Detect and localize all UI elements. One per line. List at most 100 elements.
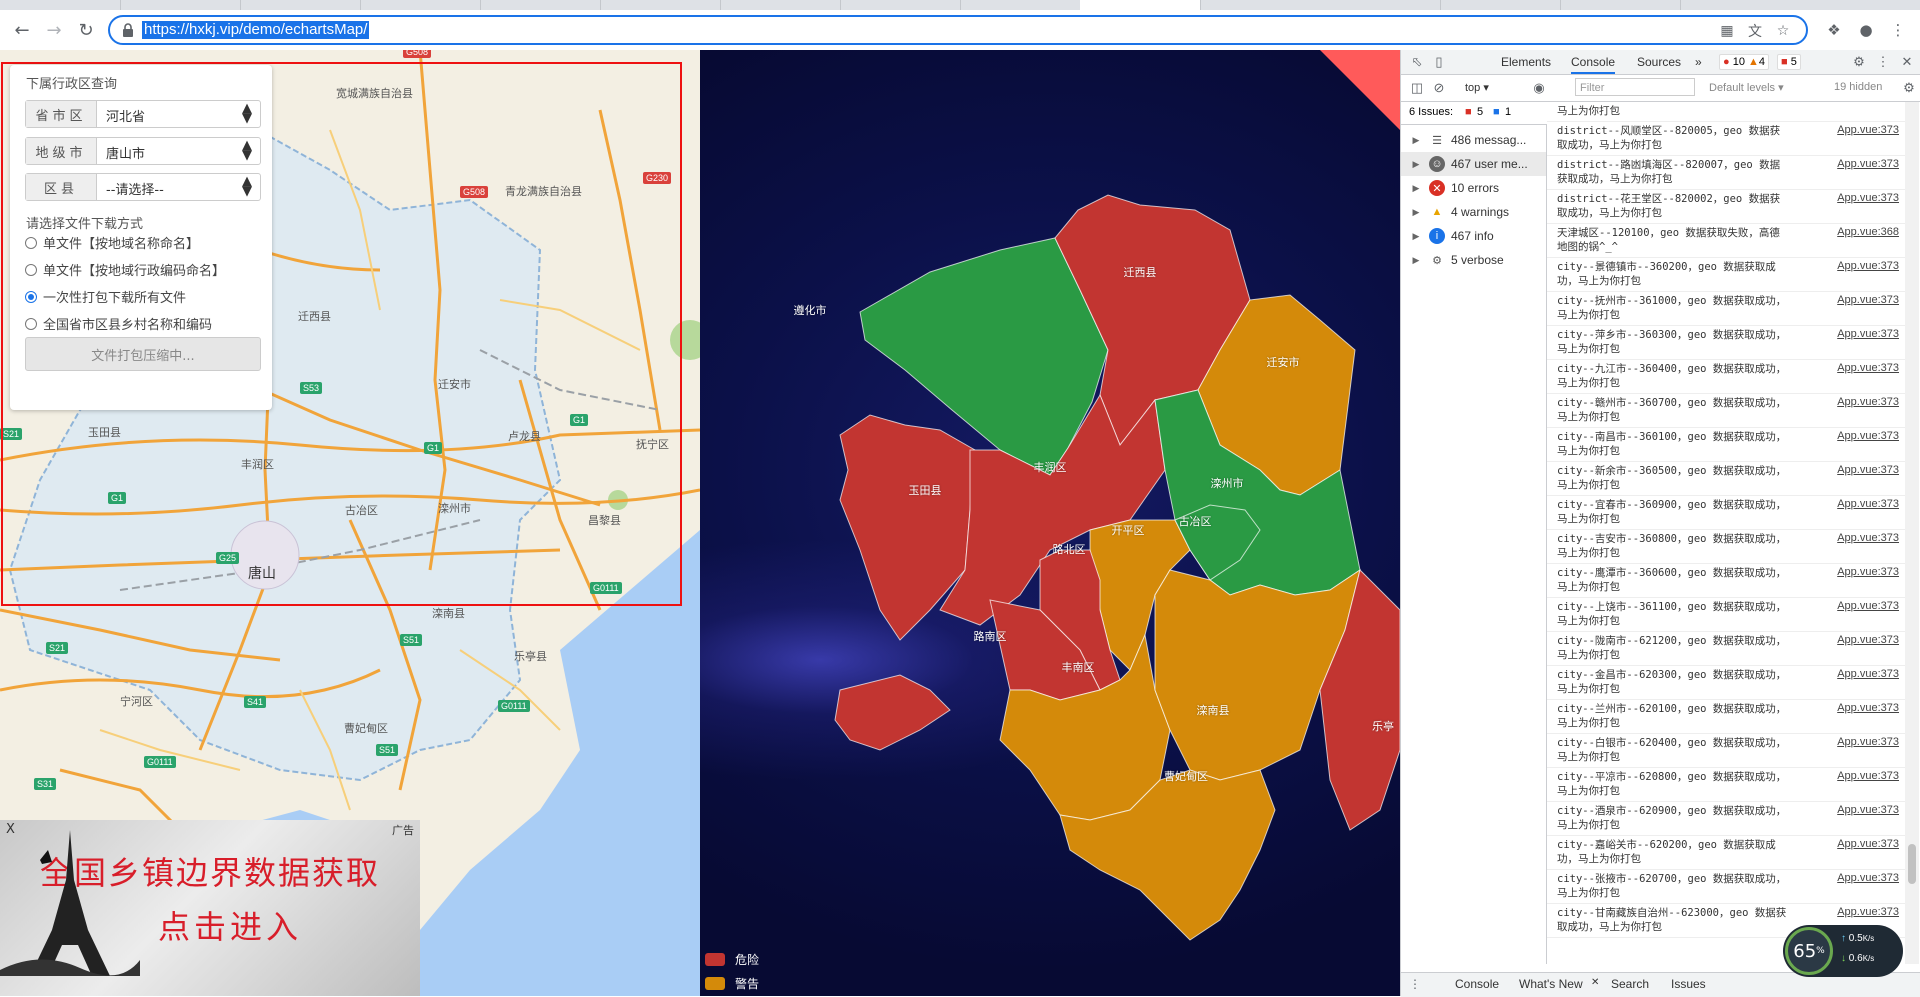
radio-option[interactable]: 一次性打包下载所有文件 xyxy=(25,287,186,306)
base-map[interactable]: 宽城满族自治县 青龙满族自治县 迁西县 迁安市 卢龙县 抚宁区 玉田县 丰润区 … xyxy=(0,50,700,996)
console-log[interactable]: city--衡水市--131100，geo 数据获取成功，马上为你打包 App.v… xyxy=(1547,102,1905,964)
tab-sources[interactable]: Sources xyxy=(1637,55,1681,69)
drawer-tab-console[interactable]: Console xyxy=(1455,977,1499,991)
ad-banner[interactable]: X 广告 全国乡镇边界数据获取 点击进入 xyxy=(0,820,420,996)
device-toolbar-icon[interactable]: ▯ xyxy=(1431,54,1447,70)
log-source-link[interactable]: App.vue:373 xyxy=(1837,260,1899,272)
radio-option[interactable]: 单文件【按地域名称命名】 xyxy=(25,233,199,252)
more-menu-icon[interactable]: ⋮ xyxy=(1888,20,1908,40)
browser-tab[interactable] xyxy=(720,0,841,10)
browser-tab[interactable] xyxy=(1440,0,1561,10)
legend-item[interactable]: 警告 xyxy=(705,971,759,995)
profile-avatar-icon[interactable]: ● xyxy=(1856,20,1876,40)
log-source-link[interactable]: App.vue:373 xyxy=(1837,872,1899,884)
log-source-link[interactable]: App.vue:373 xyxy=(1837,362,1899,374)
log-source-link[interactable]: App.vue:373 xyxy=(1837,158,1899,170)
browser-tab[interactable] xyxy=(840,0,961,10)
browser-tab[interactable] xyxy=(1560,0,1681,10)
radio-button-checked[interactable] xyxy=(25,290,37,303)
address-bar[interactable]: https://hxkj.vip/demo/echartsMap/ ▦ 文 ☆ xyxy=(108,15,1808,45)
issues-bar[interactable]: 6 Issues: ■ 5 ■ 1 xyxy=(1401,102,1546,125)
district-select[interactable]: 区县 --请选择-- ▲ ▼ xyxy=(25,173,261,201)
radio-option[interactable]: 单文件【按地域行政编码命名】 xyxy=(25,260,225,279)
sidebar-item-errors[interactable]: ▶ ✕ 10 errors xyxy=(1401,176,1546,200)
browser-tab-active[interactable] xyxy=(1080,0,1201,10)
browser-tab[interactable] xyxy=(600,0,721,10)
radio-option[interactable]: 全国省市区县乡村名称和编码 xyxy=(25,314,212,333)
log-source-link[interactable]: App.vue:373 xyxy=(1837,294,1899,306)
radio-button[interactable] xyxy=(25,236,37,249)
issues-badge[interactable]: ■ 5 xyxy=(1777,54,1801,70)
log-source-link[interactable]: App.vue:373 xyxy=(1837,668,1899,680)
qr-code-icon[interactable]: ▦ xyxy=(1718,22,1736,40)
browser-tab[interactable] xyxy=(1320,0,1441,10)
log-source-link[interactable]: App.vue:373 xyxy=(1837,464,1899,476)
network-speed-widget[interactable]: 65% ↑ 0.5K/s ↓ 0.6K/s xyxy=(1783,925,1903,977)
levels-dropdown[interactable]: Default levels ▾ xyxy=(1709,81,1784,94)
log-source-link[interactable]: App.vue:373 xyxy=(1837,430,1899,442)
log-source-link[interactable]: App.vue:373 xyxy=(1837,838,1899,850)
log-source-link[interactable]: App.vue:373 xyxy=(1837,906,1899,918)
log-source-link[interactable]: App.vue:373 xyxy=(1837,634,1899,646)
log-source-link[interactable]: App.vue:373 xyxy=(1837,328,1899,340)
log-source-link[interactable]: App.vue:373 xyxy=(1837,804,1899,816)
drawer-menu-icon[interactable]: ⋮ xyxy=(1409,977,1421,991)
kebab-menu-icon[interactable]: ⋮ xyxy=(1875,54,1891,70)
sidebar-item-warnings[interactable]: ▶ ▲ 4 warnings xyxy=(1401,200,1546,224)
province-select[interactable]: 省市区 河北省 ▲ ▼ xyxy=(25,100,261,128)
log-source-link[interactable]: App.vue:373 xyxy=(1837,396,1899,408)
translate-icon[interactable]: 文 xyxy=(1746,22,1764,40)
more-tabs-icon[interactable]: » xyxy=(1695,55,1702,69)
log-source-link[interactable]: App.vue:373 xyxy=(1837,702,1899,714)
back-arrow-icon[interactable]: ← xyxy=(10,18,34,42)
inspect-element-icon[interactable]: ⬁ xyxy=(1409,54,1425,70)
console-settings-icon[interactable]: ⚙ xyxy=(1901,80,1917,96)
log-source-link[interactable]: App.vue:373 xyxy=(1837,192,1899,204)
error-warning-badge[interactable]: ● 10 ▲4 xyxy=(1719,54,1770,70)
city-select[interactable]: 地级市 唐山市 ▲ ▼ xyxy=(25,137,261,165)
log-source-link[interactable]: App.vue:373 xyxy=(1837,600,1899,612)
console-scrollbar[interactable] xyxy=(1905,102,1919,964)
bookmark-star-icon[interactable]: ☆ xyxy=(1774,22,1792,40)
settings-gear-icon[interactable]: ⚙ xyxy=(1851,54,1867,70)
reload-icon[interactable]: ↻ xyxy=(74,18,98,42)
extensions-icon[interactable]: ❖ xyxy=(1824,20,1844,40)
pack-download-button[interactable]: 文件打包压缩中... xyxy=(25,337,261,371)
tab-elements[interactable]: Elements xyxy=(1501,55,1551,69)
radio-button[interactable] xyxy=(25,317,37,330)
log-source-link[interactable]: App.vue:368 xyxy=(1837,226,1899,238)
log-source-link[interactable]: App.vue:373 xyxy=(1837,498,1899,510)
console-filter-input[interactable]: Filter xyxy=(1575,78,1695,96)
browser-tab[interactable] xyxy=(120,0,241,10)
close-icon[interactable]: ✕ xyxy=(1899,54,1915,70)
url-text[interactable]: https://hxkj.vip/demo/echartsMap/ xyxy=(142,21,370,39)
browser-tab[interactable] xyxy=(960,0,1081,10)
eye-icon[interactable]: ◉ xyxy=(1531,80,1547,96)
sidebar-item-info[interactable]: ▶ i 467 info xyxy=(1401,224,1546,248)
clear-console-icon[interactable]: ⊘ xyxy=(1431,80,1447,96)
scrollbar-thumb[interactable] xyxy=(1908,844,1916,884)
radio-button[interactable] xyxy=(25,263,37,276)
log-source-link[interactable]: App.vue:373 xyxy=(1837,770,1899,782)
log-source-link[interactable]: App.vue:373 xyxy=(1837,736,1899,748)
browser-tab[interactable] xyxy=(0,0,121,10)
log-source-link[interactable]: App.vue:373 xyxy=(1837,532,1899,544)
tab-console[interactable]: Console xyxy=(1571,55,1616,74)
sidebar-item-messages[interactable]: ▶ ☰ 486 messag... xyxy=(1401,128,1546,152)
sidebar-toggle-icon[interactable]: ◫ xyxy=(1409,80,1425,96)
sidebar-item-user-messages[interactable]: ▶ ☺ 467 user me... xyxy=(1401,152,1546,176)
log-source-link[interactable]: App.vue:373 xyxy=(1837,124,1899,136)
sidebar-item-verbose[interactable]: ▶ ⚙ 5 verbose xyxy=(1401,248,1546,272)
context-select[interactable]: top ▾ xyxy=(1465,81,1489,94)
drawer-tab-search[interactable]: Search xyxy=(1611,977,1649,991)
close-icon[interactable]: ✕ xyxy=(1591,977,1599,988)
browser-tab[interactable] xyxy=(480,0,601,10)
forward-arrow-icon[interactable]: → xyxy=(42,18,66,42)
browser-tab[interactable] xyxy=(360,0,481,10)
log-source-link[interactable]: App.vue:373 xyxy=(1837,566,1899,578)
drawer-tab-whats-new[interactable]: What's New xyxy=(1519,977,1583,991)
drawer-tab-issues[interactable]: Issues xyxy=(1671,977,1706,991)
browser-tab[interactable] xyxy=(240,0,361,10)
echarts-map[interactable]: 遵化市 迁西县 迁安市 玉田县 丰润区 滦州市 开平区 古冶区 路北区 路南区 … xyxy=(700,50,1400,996)
legend-item[interactable]: 危险 xyxy=(705,947,759,971)
